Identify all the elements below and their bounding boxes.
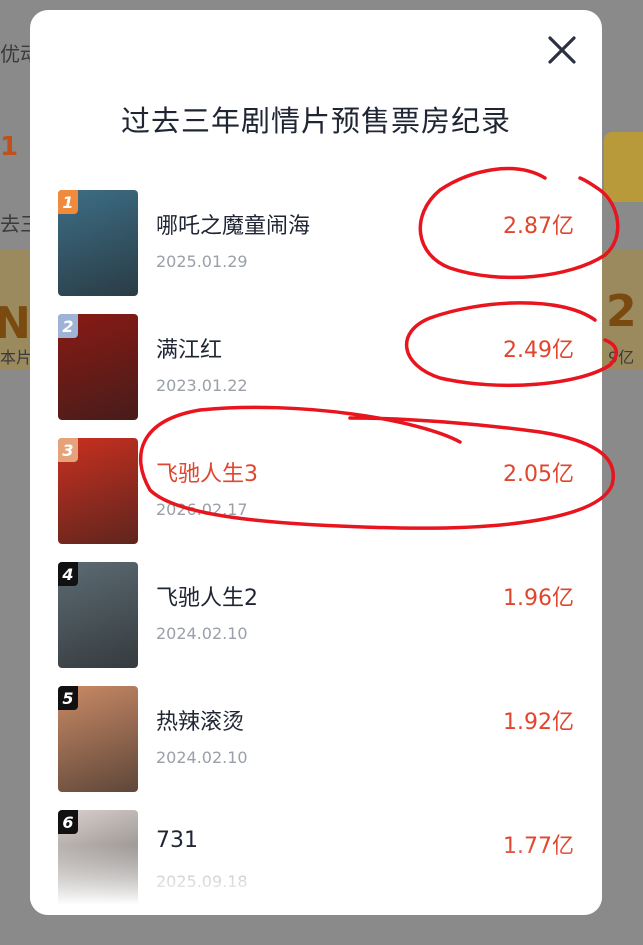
release-date: 2023.01.22 [156,376,248,395]
movie-list: 1 哪吒之魔童闹海 2025.01.29 2.87亿 2 满江红 2023.01… [58,180,574,915]
movie-row[interactable]: 6 731 2025.09.18 1.77亿 [58,800,574,915]
background-number: 2 [606,286,637,337]
movie-row[interactable]: 2 满江红 2023.01.22 2.49亿 [58,304,574,428]
rank-badge: 6 [58,810,78,834]
movie-poster[interactable]: 5 [58,686,138,792]
release-date: 2025.01.29 [156,252,248,271]
movie-title: 满江红 [156,338,223,363]
rank-badge: 4 [58,562,78,586]
release-date: 2024.02.10 [156,624,248,643]
release-date: 2025.09.18 [156,872,248,891]
movie-row[interactable]: 4 飞驰人生2 2024.02.10 1.96亿 [58,552,574,676]
movie-poster[interactable]: 2 [58,314,138,420]
release-date: 2024.02.10 [156,748,248,767]
presale-box-office: 2.05亿 [503,462,574,487]
release-date: 2026.02.17 [156,500,248,519]
presale-box-office: 2.49亿 [503,338,574,363]
movie-title: 731 [156,828,198,853]
movie-title: 热辣滚烫 [156,710,245,735]
movie-poster[interactable]: 4 [58,562,138,668]
background-text: 9亿 [608,348,635,367]
close-icon [548,36,576,64]
presale-box-office: 1.92亿 [503,710,574,735]
background-badge [604,132,643,202]
movie-row[interactable]: 5 热辣滚烫 2024.02.10 1.92亿 [58,676,574,800]
movie-poster[interactable]: 1 [58,190,138,296]
close-button[interactable] [544,32,580,68]
movie-poster[interactable]: 3 [58,438,138,544]
movie-row[interactable]: 1 哪吒之魔童闹海 2025.01.29 2.87亿 [58,180,574,304]
modal-title: 过去三年剧情片预售票房纪录 [120,104,511,138]
rank-badge: 5 [58,686,78,710]
presale-box-office: 1.77亿 [503,834,574,859]
movie-poster[interactable]: 6 [58,810,138,915]
movie-title: 哪吒之魔童闹海 [156,214,311,239]
rank-badge: 2 [58,314,78,338]
presale-record-modal: 过去三年剧情片预售票房纪录 1 哪吒之魔童闹海 2025.01.29 2.87亿… [30,10,602,915]
presale-box-office: 1.96亿 [503,586,574,611]
rank-badge: 3 [58,438,78,462]
movie-title: 飞驰人生2 [156,586,258,611]
background-text: 1 [0,132,19,162]
rank-badge: 1 [58,190,78,214]
presale-box-office: 2.87亿 [503,214,574,239]
movie-title: 飞驰人生3 [156,462,258,487]
background-text: 本片 [0,348,33,367]
movie-row[interactable]: 3 飞驰人生3 2026.02.17 2.05亿 [58,428,574,552]
